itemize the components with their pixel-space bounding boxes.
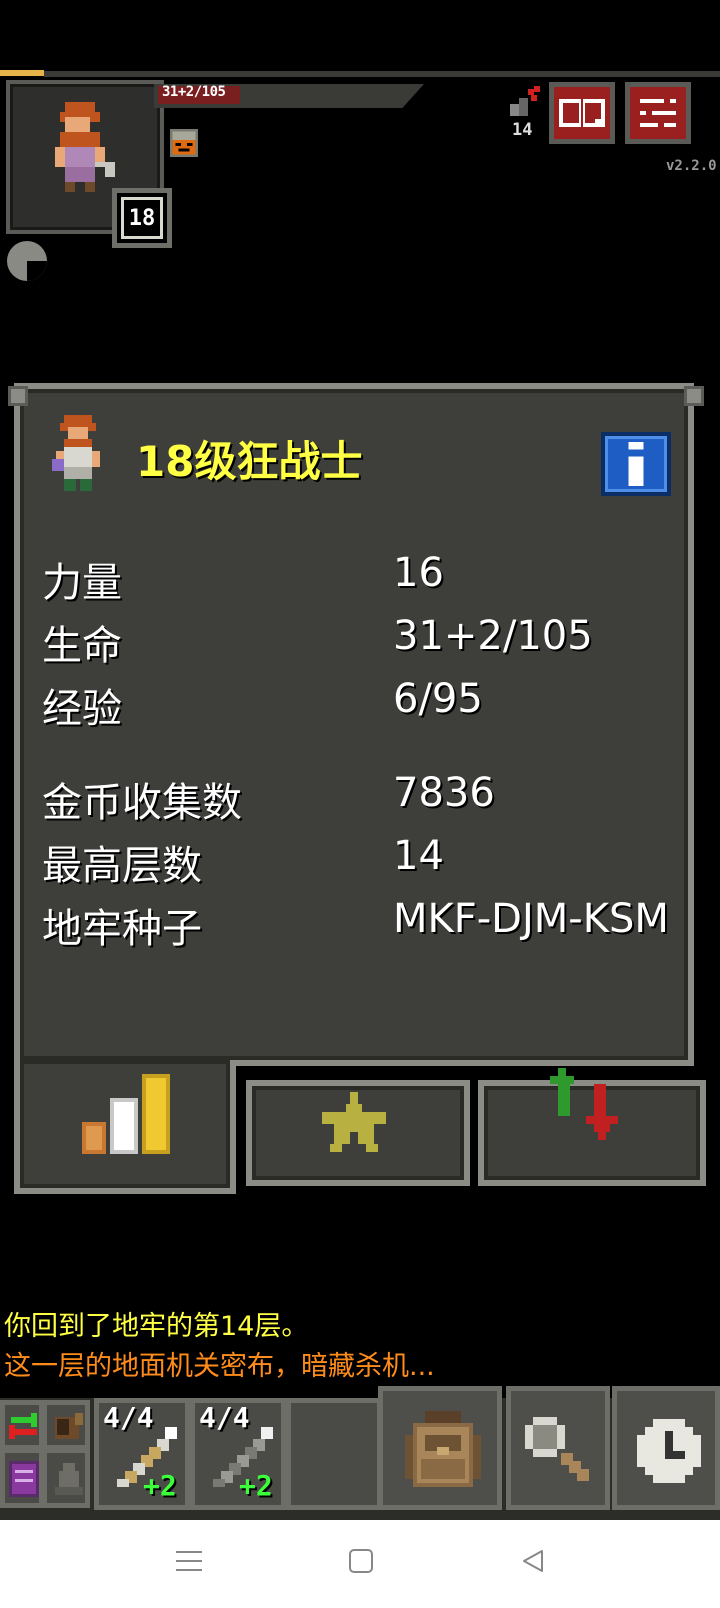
pouch-icon (55, 1413, 83, 1439)
log-message: 你回到了地牢的第14层。 (4, 1311, 309, 1342)
quickslot-charges: 4/4 (103, 1401, 154, 1434)
search-button[interactable] (506, 1386, 610, 1510)
swap-button[interactable] (0, 1400, 44, 1450)
stat-value-strength: 16 (393, 550, 444, 596)
stat-value-experience: 6/95 (393, 676, 483, 722)
quickslot-spellbook[interactable] (0, 1448, 44, 1508)
tab-badges[interactable] (246, 1080, 470, 1186)
spellbook-icon (9, 1461, 39, 1497)
stat-value-dungeon-seed: MKF-DJM-KSM (393, 896, 669, 942)
stat-value-max-depth: 14 (393, 833, 444, 879)
tab-scores[interactable] (478, 1068, 706, 1186)
menu-button[interactable] (625, 82, 691, 144)
quickslot-2[interactable]: 4/4 +2 (190, 1398, 286, 1510)
journal-button[interactable] (549, 82, 615, 144)
quickslot-upgrade: +2 (143, 1469, 177, 1502)
stats-bars-icon (82, 1074, 170, 1154)
window-corner (8, 386, 28, 406)
quickslot-1[interactable]: 4/4 +2 (94, 1398, 190, 1510)
up-down-arrows-icon (550, 1068, 618, 1140)
berserk-buff-icon[interactable] (166, 126, 202, 160)
depth-stairs-icon (510, 86, 540, 116)
level-number: 18 (121, 197, 163, 239)
version-label: v2.2.0 (666, 158, 717, 174)
warrior-avatar-icon (52, 415, 100, 491)
level-badge: 18 (112, 188, 172, 248)
tab-stats[interactable] (14, 1060, 236, 1194)
stat-label-gold-collected: 金币收集数 (42, 780, 242, 826)
warrior-portrait-icon (55, 102, 115, 192)
star-icon (322, 1092, 386, 1152)
health-text: 31+2/105 (162, 84, 226, 100)
log-message: 这一层的地面机关密布，暗藏杀机... (4, 1351, 435, 1382)
stat-label-health: 生命 (42, 623, 122, 669)
info-button[interactable] (601, 432, 671, 496)
stat-value-gold-collected: 7836 (393, 770, 495, 816)
swap-icon (9, 1413, 37, 1439)
quickslot-3[interactable] (286, 1398, 382, 1510)
stat-label-experience: 经验 (42, 686, 122, 732)
backpack-button[interactable] (378, 1386, 502, 1510)
backpack-icon (405, 1411, 481, 1487)
menu-icon (640, 95, 676, 127)
stat-label-max-depth: 最高层数 (42, 843, 202, 889)
system-navigation-bar (0, 1520, 720, 1608)
tombstone-icon (55, 1463, 83, 1495)
stat-label-dungeon-seed: 地牢种子 (42, 906, 202, 952)
quickslot-upgrade: +2 (239, 1469, 273, 1502)
depth-number: 14 (512, 120, 533, 140)
stat-label-strength: 力量 (42, 560, 122, 606)
journal-icon (559, 99, 605, 127)
menu-lines-icon[interactable] (176, 1548, 202, 1574)
quickslot-charges: 4/4 (199, 1401, 250, 1434)
hud-frame (44, 71, 720, 77)
hero-title: 18级狂战士 (136, 437, 363, 486)
back-triangle-icon[interactable] (520, 1548, 546, 1574)
info-icon (628, 442, 644, 486)
quickslot-pouch[interactable] (42, 1400, 90, 1450)
home-square-icon[interactable] (348, 1548, 374, 1574)
window-corner (684, 386, 704, 406)
wait-button[interactable] (612, 1386, 720, 1510)
busy-pie-icon (7, 241, 47, 281)
magnifier-icon (525, 1417, 589, 1481)
clock-icon (637, 1419, 701, 1483)
quickslot-empty[interactable] (42, 1448, 90, 1508)
stat-value-health: 31+2/105 (393, 613, 593, 659)
experience-bar (0, 70, 44, 76)
